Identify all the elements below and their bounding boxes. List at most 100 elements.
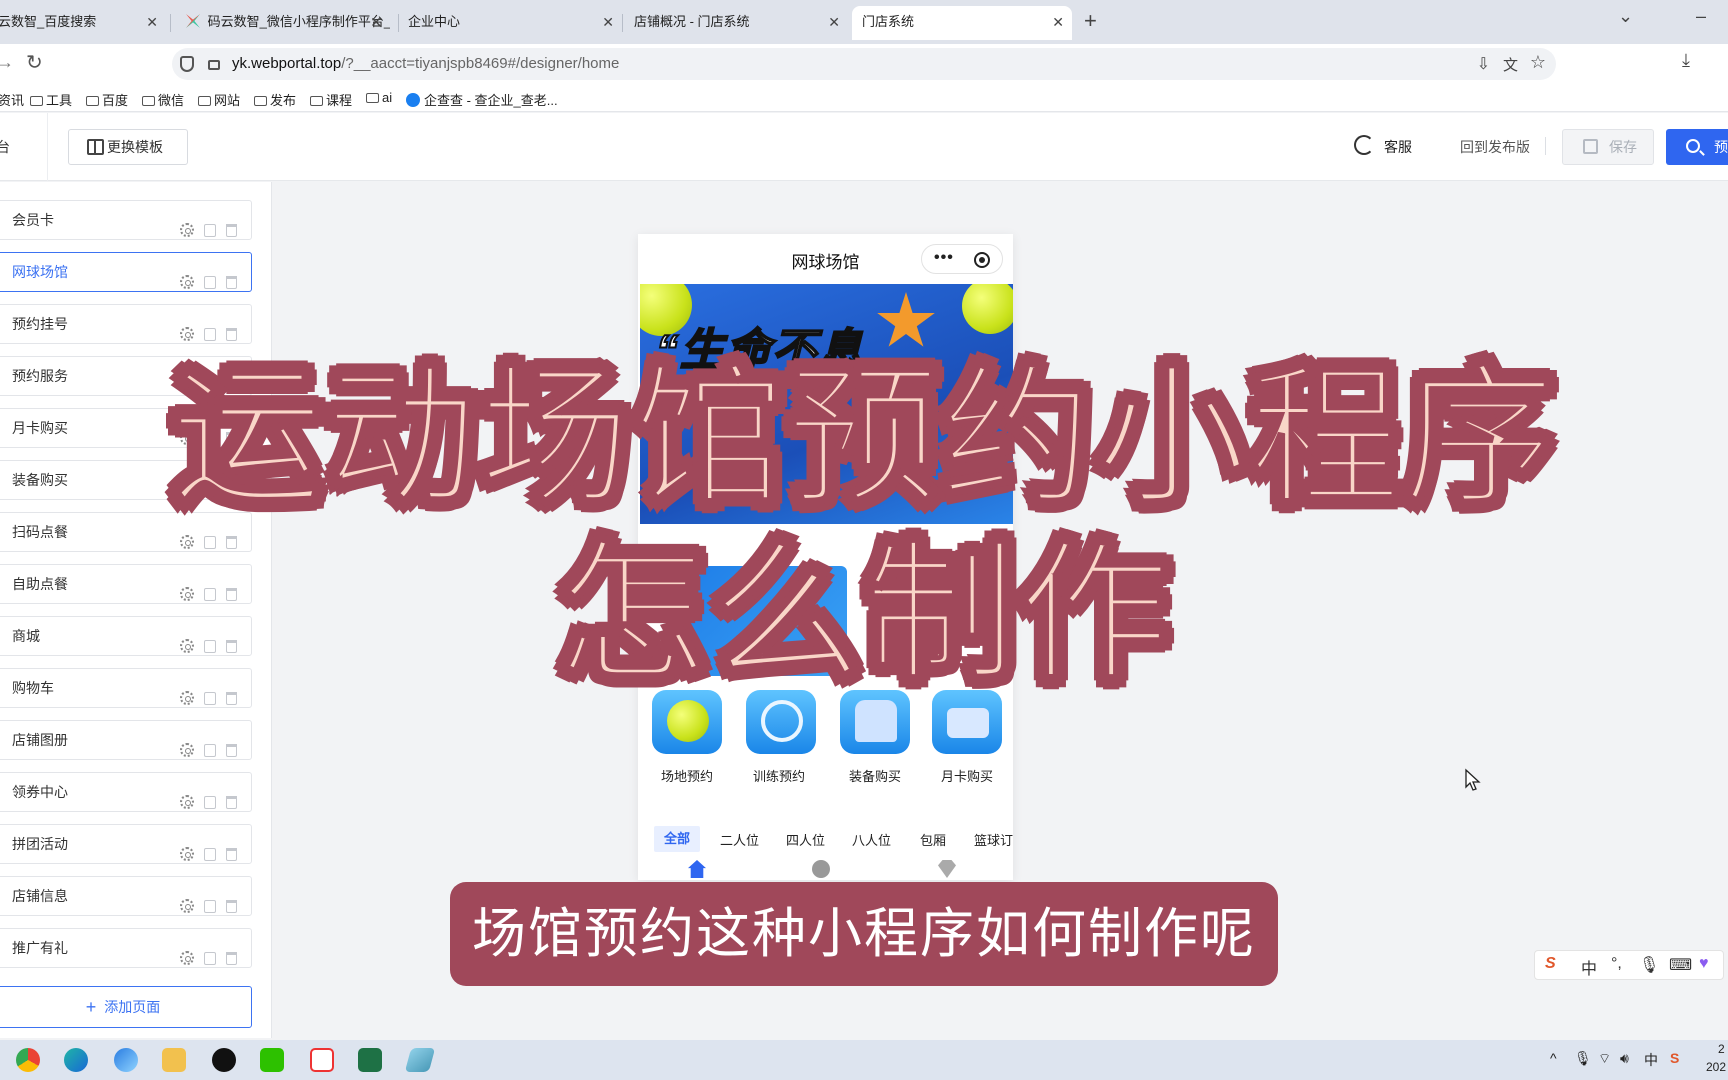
trash-icon[interactable] xyxy=(226,380,237,393)
trash-icon[interactable] xyxy=(226,224,237,237)
page-list-item[interactable]: 预约挂号 xyxy=(0,304,252,344)
clock-date[interactable]: 202 xyxy=(1706,1060,1726,1074)
page-list-item[interactable]: 网球场馆 xyxy=(0,252,252,292)
category-tab[interactable]: 二人位 xyxy=(720,830,759,849)
save-button[interactable]: 保存 xyxy=(1562,129,1654,165)
install-icon[interactable]: ⇩ xyxy=(1477,54,1490,74)
trash-icon[interactable] xyxy=(226,536,237,549)
tab-enterprise-center[interactable]: 企业中心 ✕ xyxy=(398,6,622,40)
address-bar[interactable]: yk.webportal.top/?__aacct=tiyanjspb8469#… xyxy=(172,48,1556,80)
category-tab[interactable]: 四人位 xyxy=(786,830,825,849)
copy-icon[interactable] xyxy=(204,692,216,705)
bookmark-item[interactable]: 微信 xyxy=(142,90,184,109)
copy-icon[interactable] xyxy=(204,952,216,965)
close-icon[interactable]: ✕ xyxy=(370,6,382,38)
bookmark-item[interactable]: 企查查 - 查企业_查老... xyxy=(406,90,558,109)
bookmark-item[interactable]: 网站 xyxy=(198,90,240,109)
keyboard-icon[interactable]: ⌨ xyxy=(1669,955,1692,975)
miniprogram-capsule[interactable]: ••• xyxy=(921,244,1003,274)
excel-icon[interactable] xyxy=(358,1048,382,1072)
chrome-icon[interactable] xyxy=(16,1048,40,1072)
sogou-tray-icon[interactable]: S xyxy=(1670,1050,1679,1066)
chevron-down-icon[interactable]: ⌄ xyxy=(1618,6,1633,27)
tab-mayun-platform[interactable]: 码云数智_微信小程序制作平台_ ✕ xyxy=(176,6,390,40)
page-list-item[interactable]: 领券中心 xyxy=(0,772,252,812)
preview-button[interactable]: 预 xyxy=(1666,129,1728,165)
copy-icon[interactable] xyxy=(204,328,216,341)
star-icon[interactable]: ☆ xyxy=(1530,52,1546,73)
quick-entry-label[interactable]: 场地预约 xyxy=(642,766,732,785)
monthly-card-icon[interactable] xyxy=(932,690,1002,754)
new-tab-icon[interactable]: + xyxy=(1084,8,1097,34)
category-tab[interactable]: 八人位 xyxy=(852,830,891,849)
page-list-item[interactable]: 扫码点餐 xyxy=(0,512,252,552)
close-icon[interactable]: ✕ xyxy=(602,6,614,38)
training-booking-icon[interactable] xyxy=(746,690,816,754)
bookmark-item[interactable]: ai xyxy=(366,90,392,105)
download-icon[interactable]: ⤓ xyxy=(1682,50,1690,71)
diamond-icon[interactable] xyxy=(938,860,956,878)
skin-icon[interactable]: ♥ xyxy=(1699,955,1709,973)
bookmark-item[interactable]: 课程 xyxy=(310,90,352,109)
bookmark-item[interactable]: 百度 xyxy=(86,90,128,109)
qq-icon[interactable] xyxy=(212,1048,236,1072)
gear-icon[interactable] xyxy=(180,275,194,289)
page-list-item[interactable]: 自助点餐 xyxy=(0,564,252,604)
trash-icon[interactable] xyxy=(226,744,237,757)
gear-icon[interactable] xyxy=(180,951,194,965)
copy-icon[interactable] xyxy=(204,380,216,393)
close-icon[interactable]: ✕ xyxy=(1052,6,1064,38)
file-explorer-icon[interactable] xyxy=(162,1048,186,1072)
close-icon[interactable]: ✕ xyxy=(146,6,158,38)
more-icon[interactable]: ••• xyxy=(934,249,954,267)
page-list-item[interactable]: 会员卡 xyxy=(0,200,252,240)
copy-icon[interactable] xyxy=(204,744,216,757)
tab-baidu-search[interactable]: 云数智_百度搜索 ✕ xyxy=(0,6,166,40)
wifi-icon[interactable]: ⌔ xyxy=(1598,1050,1611,1068)
punctuation-icon[interactable]: °, xyxy=(1611,955,1622,973)
promo-banner[interactable]: “生命不息 xyxy=(640,284,1013,524)
tray-language[interactable]: 中 xyxy=(1644,1050,1658,1070)
trash-icon[interactable] xyxy=(226,276,237,289)
tab-store-overview[interactable]: 店铺概况 - 门店系统 ✕ xyxy=(624,6,848,40)
notes-app-icon[interactable] xyxy=(404,1048,436,1072)
gear-icon[interactable] xyxy=(180,587,194,601)
microphone-icon[interactable]: 🎙︎ xyxy=(1639,955,1659,975)
venue-booking-icon[interactable] xyxy=(652,690,722,754)
copy-icon[interactable] xyxy=(204,432,216,445)
sogou-logo-icon[interactable]: S xyxy=(1545,955,1556,973)
volume-icon[interactable]: 🔊︎ xyxy=(1620,1050,1629,1067)
clock-time[interactable]: 2 xyxy=(1718,1042,1725,1056)
bookmark-item[interactable]: 发布 xyxy=(254,90,296,109)
translate-icon[interactable]: 文 xyxy=(1503,54,1518,75)
bookmark-item[interactable]: 资讯 xyxy=(0,90,24,109)
copy-icon[interactable] xyxy=(204,900,216,913)
shield-icon[interactable] xyxy=(180,56,194,72)
home-icon[interactable] xyxy=(688,860,706,878)
quick-entry-label[interactable]: 月卡购买 xyxy=(922,766,1012,785)
gear-icon[interactable] xyxy=(180,327,194,341)
gear-icon[interactable] xyxy=(180,431,194,445)
trash-icon[interactable] xyxy=(226,952,237,965)
microphone-icon[interactable]: 🎙︎ xyxy=(1574,1050,1592,1067)
bookmark-item[interactable]: 工具 xyxy=(30,90,72,109)
copy-icon[interactable] xyxy=(204,640,216,653)
clock-icon[interactable] xyxy=(812,860,830,878)
gear-icon[interactable] xyxy=(180,379,194,393)
forward-icon[interactable]: → xyxy=(0,52,14,73)
lock-icon[interactable] xyxy=(208,60,220,70)
gear-icon[interactable] xyxy=(180,691,194,705)
gear-icon[interactable] xyxy=(180,535,194,549)
minimize-icon[interactable]: – xyxy=(1696,6,1706,27)
copy-icon[interactable] xyxy=(204,276,216,289)
copy-icon[interactable] xyxy=(204,536,216,549)
change-template-button[interactable]: 更换模板 xyxy=(68,129,188,165)
trash-icon[interactable] xyxy=(226,692,237,705)
video-recorder-icon[interactable] xyxy=(310,1048,334,1072)
promo-card[interactable] xyxy=(682,566,847,676)
category-tab[interactable]: 全部 xyxy=(654,826,701,852)
trash-icon[interactable] xyxy=(226,796,237,809)
quick-entry-label[interactable]: 装备购买 xyxy=(830,766,920,785)
copy-icon[interactable] xyxy=(204,588,216,601)
page-list-item[interactable]: 拼团活动 xyxy=(0,824,252,864)
